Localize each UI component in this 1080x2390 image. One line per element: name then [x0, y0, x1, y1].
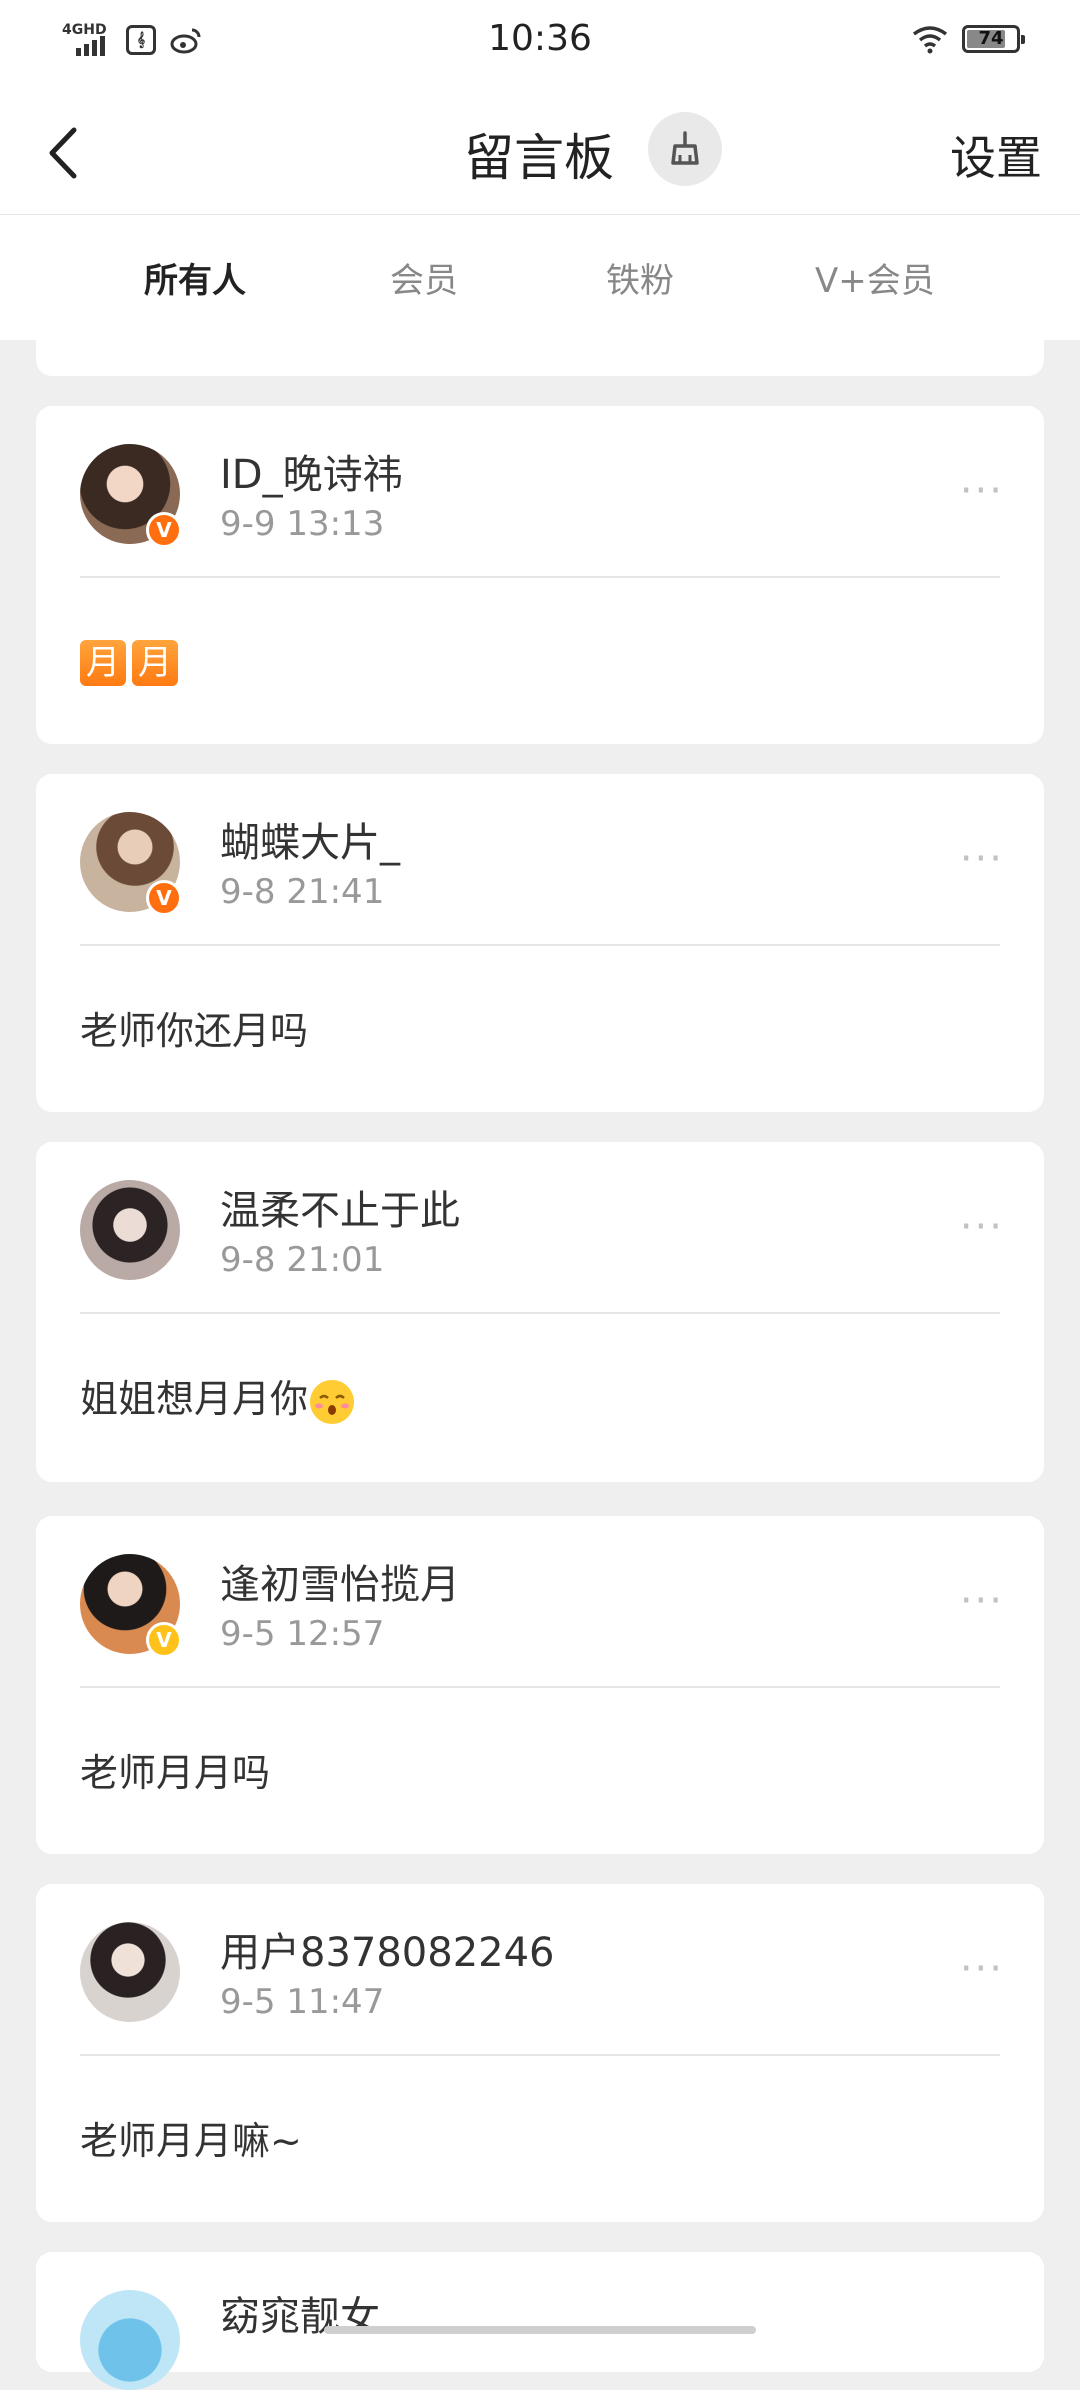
battery-icon: 74 — [962, 25, 1025, 53]
more-options-button[interactable]: ··· — [960, 1949, 1004, 1989]
message-time: 9-8 21:01 — [220, 1240, 385, 1280]
divider — [80, 576, 1000, 578]
more-options-button[interactable]: ··· — [960, 1207, 1004, 1247]
face-blush-icon — [310, 1379, 355, 1424]
status-bar: 4GHD 𝄞 10:36 74 — [0, 0, 1080, 88]
divider — [80, 944, 1000, 946]
message-time: 9-5 11:47 — [220, 1982, 385, 2022]
message-card: 温柔不止于此 9-8 21:01 ··· 姐姐想月月你 — [36, 1142, 1044, 1482]
message-text: 姐姐想月月你 — [80, 1368, 356, 1426]
clean-button[interactable] — [648, 112, 722, 186]
message-text: 月月 — [80, 638, 184, 686]
user-name[interactable]: ID_晚诗祎 — [220, 442, 403, 500]
tab-everyone[interactable]: 所有人 — [144, 253, 246, 302]
message-time: 9-5 12:57 — [220, 1614, 385, 1654]
divider — [80, 2054, 1000, 2056]
avatar[interactable]: V — [80, 812, 182, 916]
user-name[interactable]: 温柔不止于此 — [220, 1178, 460, 1236]
verified-badge-icon: V — [146, 880, 182, 916]
moon-emoji-icon: 月 — [80, 639, 126, 686]
message-card: 用户8378082246 9-5 11:47 ··· 老师月月嘛~ — [36, 1884, 1044, 2222]
divider — [80, 1686, 1000, 1688]
message-time: 9-8 21:41 — [220, 872, 385, 912]
message-text: 老师月月嘛~ — [80, 2119, 302, 2163]
message-text: 老师月月吗 — [80, 1751, 271, 1795]
user-name[interactable]: 蝴蝶大片_ — [220, 810, 400, 868]
divider — [80, 1312, 1000, 1314]
message-body: 姐姐想月月你 — [80, 1377, 309, 1421]
home-indicator[interactable] — [324, 2326, 756, 2334]
avatar[interactable]: V — [80, 444, 182, 548]
message-card: V 蝴蝶大片_ 9-8 21:41 ··· 老师你还月吗 — [36, 774, 1044, 1112]
user-name[interactable]: 用户8378082246 — [220, 1920, 555, 1978]
message-time: 9-9 13:13 — [220, 504, 385, 544]
tab-iron-fans[interactable]: 铁粉 — [606, 253, 674, 302]
settings-button[interactable]: 设置 — [950, 122, 1042, 188]
more-options-button[interactable]: ··· — [960, 839, 1004, 879]
verified-badge-icon: V — [146, 1622, 182, 1658]
page-title: 留言板 — [464, 129, 614, 187]
verified-badge-icon: V — [146, 512, 182, 548]
back-arrow-icon[interactable] — [34, 116, 94, 186]
more-options-button[interactable]: ··· — [960, 471, 1004, 511]
message-card: V 逢初雪怡揽月 9-5 12:57 ··· 老师月月吗 — [36, 1516, 1044, 1854]
avatar[interactable] — [80, 1180, 180, 1280]
avatar[interactable]: V — [80, 1554, 182, 1658]
navbar: 留言板 设置 — [0, 88, 1080, 215]
message-card: V ID_晚诗祎 9-9 13:13 ··· 月月 — [36, 406, 1044, 744]
wifi-icon — [912, 26, 948, 54]
battery-level: 74 — [978, 28, 1004, 49]
tab-vplus-members[interactable]: V+会员 — [815, 253, 935, 302]
avatar[interactable] — [80, 2290, 180, 2390]
message-card-partial — [36, 320, 1044, 376]
moon-emoji-icon: 月 — [132, 639, 178, 686]
message-text: 老师你还月吗 — [80, 1009, 309, 1053]
tab-members[interactable]: 会员 — [390, 253, 458, 302]
user-name[interactable]: 逢初雪怡揽月 — [220, 1552, 460, 1610]
broom-clean-icon — [671, 131, 699, 165]
message-card: 窈窕靓女 — [36, 2252, 1044, 2390]
more-options-button[interactable]: ··· — [960, 1581, 1004, 1621]
avatar[interactable] — [80, 1922, 180, 2022]
